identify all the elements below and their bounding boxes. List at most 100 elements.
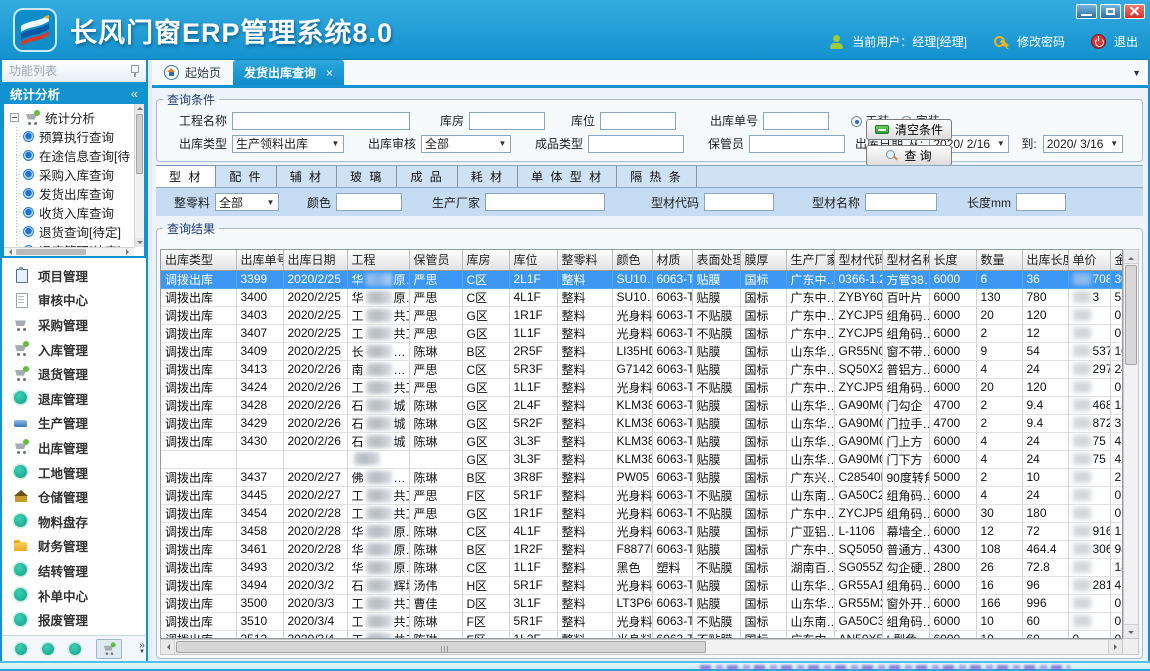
scroll-left-icon[interactable] [6,249,12,255]
table-row[interactable]: G区3L3F整料KLM38176063-T5贴膜国标山东华…GA90M09…门下… [161,450,1123,468]
column-header[interactable]: 库房 [462,250,509,270]
tree-item[interactable]: 发货出库查询 [23,184,132,203]
logout-link[interactable]: 退出 [1114,33,1138,50]
table-row[interactable]: 调拨出库34072020/2/25工共工程严思G区1L1F整料光身料6063-T… [161,324,1123,342]
table-row[interactable]: 调拨出库34282020/2/26石城陈琳G区2L4F整料KLM38176063… [161,396,1123,414]
sidebar-menu-item[interactable]: 生产管理 [2,411,146,436]
table-horizontal-scrollbar[interactable] [160,639,1123,655]
table-row[interactable]: 调拨出库34092020/2/25长…陈琳B区2R5F整料LI35HD6063-… [161,342,1123,360]
column-header[interactable]: 型材名称 [882,250,929,270]
column-header[interactable]: 型材代码 [834,250,882,270]
column-header[interactable]: 表面处理 [692,250,740,270]
table-row[interactable]: 调拨出库35102020/3/4工共工程陈琳F区5R1F整料光身料6063-T5… [161,612,1123,630]
scroll-up-icon[interactable] [1124,250,1138,264]
collapse-icon[interactable]: « [131,86,138,101]
column-header[interactable]: 数量 [976,250,1022,270]
material-tab[interactable]: 单 体 型 材 [518,166,617,187]
material-tab[interactable]: 成 品 [397,166,457,187]
close-button[interactable] [1124,4,1145,19]
table-row[interactable]: 调拨出库34242020/2/26工共工程严思G区1L1F整料光身料6063-T… [161,378,1123,396]
table-vscroll-thumb[interactable] [1125,265,1137,365]
sidebar-menu-item[interactable]: 采购管理 [2,312,146,337]
sidebar-menu-item[interactable]: 退库管理 [2,386,146,411]
tree-item[interactable]: 采购入库查询 [23,165,132,184]
change-password-link[interactable]: 修改密码 [1017,33,1065,50]
sidebar-menu-item[interactable]: 报废管理 [2,607,146,632]
table-row[interactable]: 调拨出库34032020/2/25工共工程严思G区1R1F整料光身料6063-T… [161,306,1123,324]
dock-cart-button[interactable] [96,639,122,659]
column-header[interactable]: 出库单号 [236,250,283,270]
sidebar-menu-item[interactable]: 退货管理 [2,361,146,386]
sidebar-menu-item[interactable]: 审核中心 [2,288,146,313]
scroll-down-icon[interactable] [135,238,144,247]
tree-item[interactable]: 预算执行查询 [23,127,132,146]
profile-name-input[interactable] [865,193,937,211]
sidebar-menu-item[interactable]: 仓储管理 [2,484,146,509]
column-header[interactable]: 出库类型 [161,250,236,270]
dock-item-icon[interactable] [69,643,81,655]
tree-expand-icon[interactable] [10,113,19,122]
sidebar-menu-item[interactable]: 项目管理 [2,263,146,288]
tree-root[interactable]: 统计分析 [10,108,132,127]
sidebar-section-header[interactable]: 统计分析 « [2,82,146,104]
product-type-input[interactable] [588,135,684,153]
tree-vscroll-thumb[interactable] [136,114,143,174]
tree-vertical-scrollbar[interactable] [134,104,144,247]
project-name-input[interactable] [232,112,410,130]
column-header[interactable]: 出库长度 [1022,250,1068,270]
audit-select[interactable]: 全部▼ [421,135,511,153]
tree-item[interactable]: 在途信息查询[待 [23,146,132,165]
column-header[interactable]: 保管员 [409,250,462,270]
table-row[interactable]: 调拨出库34612020/2/28华原…陈琳B区1R2F整料F8877FT606… [161,540,1123,558]
table-row[interactable]: 调拨出库34302020/2/26石城陈琳G区3L3F整料KLM38176063… [161,432,1123,450]
slot-input[interactable] [600,112,676,130]
tab-shipping-query[interactable]: 发货出库查询 × [233,60,344,85]
table-row[interactable]: 调拨出库34452020/2/27工共工程严思F区5R1F整料光身料6063-T… [161,486,1123,504]
maximize-button[interactable] [1100,4,1121,19]
table-row[interactable]: 调拨出库34002020/2/25华原…严思C区4L1F整料SU10…6063-… [161,288,1123,306]
keeper-input[interactable] [749,135,845,153]
material-tab[interactable]: 型 材 [156,165,216,187]
material-tab[interactable]: 辅 材 [277,166,337,187]
column-header[interactable]: 库位 [509,250,557,270]
scroll-up-icon[interactable] [135,104,144,113]
minimize-button[interactable] [1076,4,1097,19]
scroll-down-icon[interactable] [1124,624,1138,638]
table-row[interactable]: 调拨出库34942020/3/2石辉城汤伟H区5R1F整料光身料6063-T5贴… [161,576,1123,594]
column-header[interactable]: 生产厂家 [786,250,834,270]
dock-item-icon[interactable] [42,643,54,655]
tree-item[interactable]: 退货查询[待定] [23,222,132,241]
column-header[interactable]: 整零料 [557,250,612,270]
table-vertical-scrollbar[interactable] [1123,249,1139,639]
scroll-right-icon[interactable] [126,249,132,255]
column-header[interactable]: 颜色 [612,250,652,270]
order-no-input[interactable] [763,112,829,130]
table-row[interactable]: 调拨出库35002020/3/3工共工程曹佳D区3L1F整料LT3P606063… [161,594,1123,612]
table-row[interactable]: 调拨出库33992020/2/25华原…严思C区2L1F整料SU10…6063-… [161,270,1123,288]
table-row[interactable]: 调拨出库34372020/2/27佛…陈琳B区3R8F整料PW056063-T5… [161,468,1123,486]
out-type-select[interactable]: 生产领料出库▼ [232,135,344,153]
sidebar-menu-item[interactable]: 入库管理 [2,337,146,362]
column-header[interactable]: 出库日期 [283,250,347,270]
sidebar-menu-item[interactable]: 工地管理 [2,460,146,485]
table-hscroll-thumb[interactable] [176,641,706,653]
color-input[interactable] [336,193,402,211]
warehouse-input[interactable] [469,112,545,130]
column-header[interactable]: 工程 [347,250,409,270]
date-to-select[interactable]: 2020/ 3/16▼ [1043,135,1123,153]
table-row[interactable]: 调拨出库34292020/2/26石城陈琳G区5R2F整料KLM38176063… [161,414,1123,432]
table-row[interactable]: 调拨出库34932020/3/2华原…陈琳C区1L1F整料黑色塑料不贴膜国标湖南… [161,558,1123,576]
material-tab[interactable]: 玻 璃 [337,166,397,187]
sidebar-menu-item[interactable]: 出库管理 [2,435,146,460]
scroll-right-icon[interactable] [1108,640,1122,654]
column-header[interactable]: 膜厚 [740,250,786,270]
table-row[interactable]: 调拨出库34542020/2/28工共工程严思G区1R1F整料光身料6063-T… [161,504,1123,522]
sidebar-menu-item[interactable]: 物料盘存 [2,509,146,534]
length-input[interactable] [1016,193,1066,211]
tab-close-icon[interactable]: × [326,66,333,80]
material-tab[interactable]: 配 件 [216,166,276,187]
scroll-left-icon[interactable] [161,640,175,654]
tree-item[interactable]: 收货入库查询 [23,203,132,222]
dock-item-icon[interactable] [15,643,27,655]
sidebar-menu-item[interactable]: 补单中心 [2,583,146,608]
